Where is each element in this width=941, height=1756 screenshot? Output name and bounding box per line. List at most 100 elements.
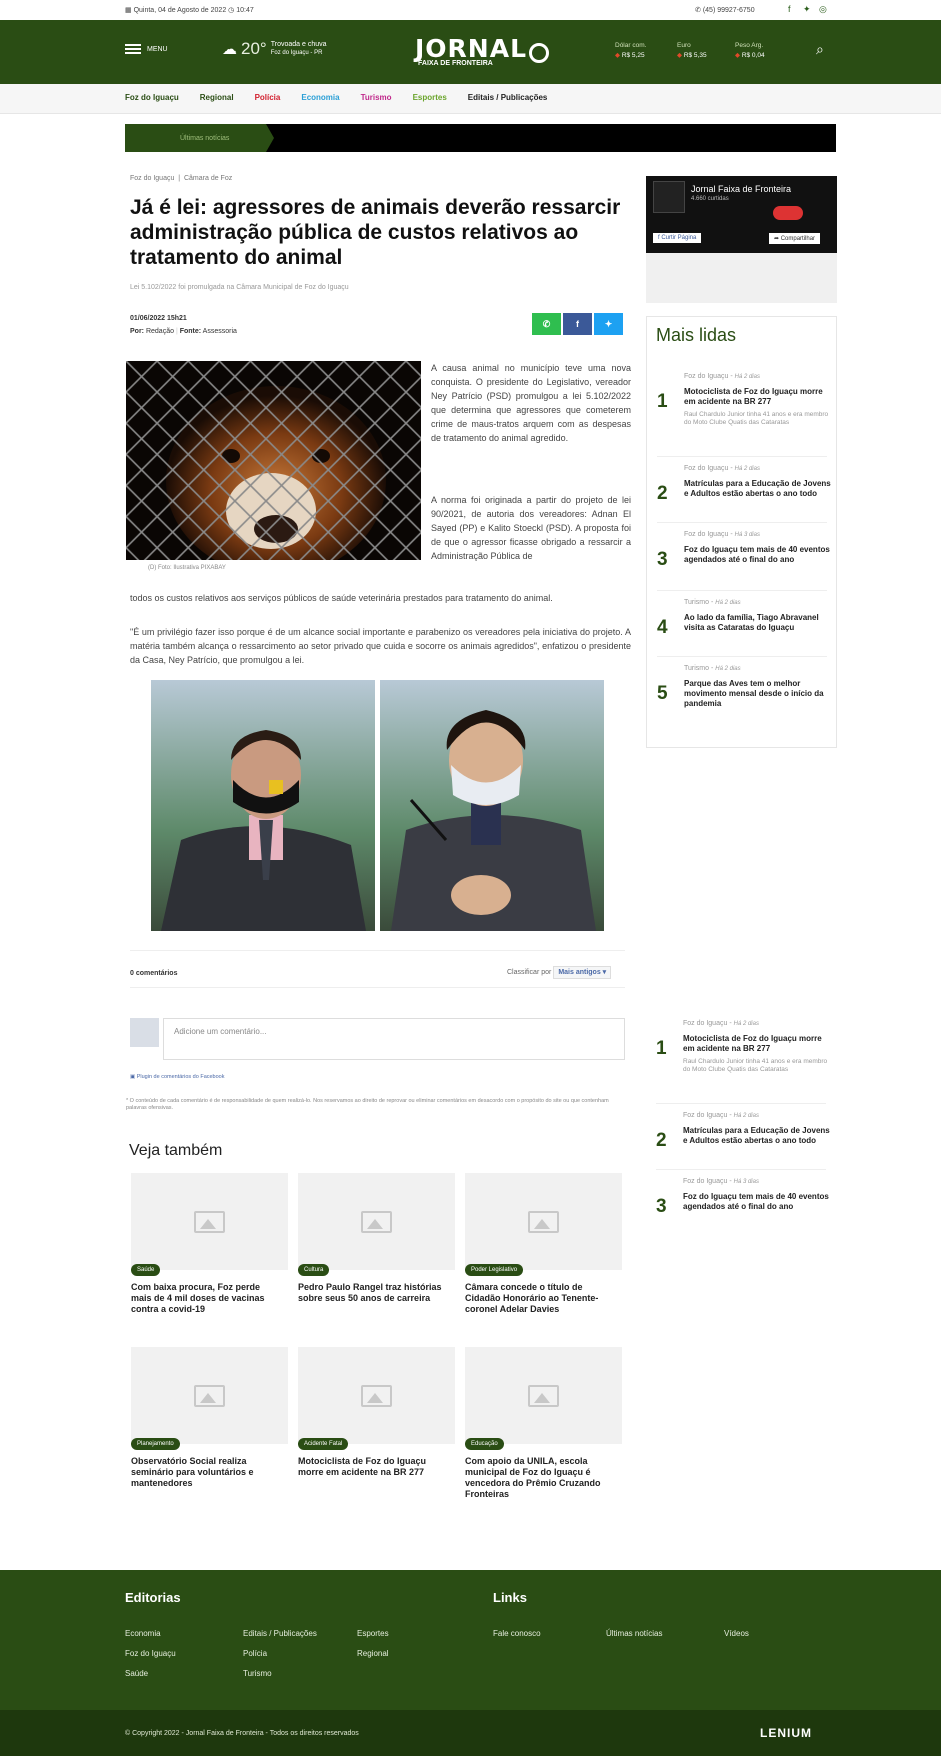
share-page-label: Compartilhar [780,236,816,242]
currency-value: R$ 0,04 [735,51,765,61]
breadcrumb-item[interactable]: Câmara de Foz [184,175,232,182]
menu-button[interactable]: MENU [125,44,168,54]
whatsapp-icon: ✆ [695,7,701,14]
nav-item[interactable]: Regional [200,93,234,102]
card-title[interactable]: Com apoio da UNILA, escola municipal de … [465,1456,615,1500]
time-ago: Há 2 dias [715,600,741,606]
card-tag[interactable]: Cultura [298,1264,330,1276]
search-icon[interactable]: ⌕ [816,41,824,58]
whatsapp-icon: ✆ [542,319,551,329]
sort-control: Classificar por Mais antigos ▾ [507,966,612,979]
time-ago: Há 2 dias [733,1113,759,1119]
item-headline[interactable]: Foz do Iguaçu tem mais de 40 eventos age… [683,1192,831,1212]
phone-display[interactable]: ✆ (45) 99927-6750 [695,6,755,14]
facebook-page-box: Jornal Faixa de Fronteira 4.660 curtidas… [646,176,837,303]
facebook-share-button[interactable]: f [563,313,592,335]
footer-editoria-link[interactable]: Polícia [243,1649,267,1658]
item-headline[interactable]: Parque das Aves tem o melhor movimento m… [684,679,832,709]
site-header: MENU ☁ 20° Trovoada e chuva Foz do Iguaç… [0,20,941,84]
card-tag[interactable]: Planejamento [131,1438,180,1450]
sort-select[interactable]: Mais antigos ▾ [553,966,612,979]
rank-number: 2 [656,1130,667,1151]
footer-link[interactable]: Vídeos [724,1629,749,1638]
footer-editoria-link[interactable]: Foz do Iguaçu [125,1649,176,1658]
card-tag[interactable]: Educação [465,1438,504,1450]
time-ago: Há 2 dias [734,374,760,380]
nav-item[interactable]: Economia [301,93,339,102]
card-title[interactable]: Motociclista de Foz do Iguaçu morre em a… [298,1456,448,1478]
card-thumbnail[interactable]: Acidente Fatal [298,1347,455,1450]
calendar-icon: ▦ [125,7,132,14]
card-title[interactable]: Com baixa procura, Foz perde mais de 4 m… [131,1282,281,1315]
twitter-icon[interactable]: ✦ [803,4,811,15]
card-thumbnail[interactable]: Educação [465,1347,622,1450]
related-card[interactable]: Poder Legislativo Câmara concede o título… [465,1173,622,1315]
nav-list: Foz do Iguaçu Regional Polícia Economia Turi… [125,93,547,102]
item-category: Turismo - Há 2 dias [684,599,741,606]
like-page-button[interactable]: f Curtir Página [653,233,702,243]
related-card[interactable]: Cultura Pedro Paulo Rangel traz histórias… [298,1173,455,1304]
breadcrumb-item[interactable]: Foz do Iguaçu [130,175,174,182]
footer-editoria-link[interactable]: Economia [125,1629,161,1638]
footer-link[interactable]: Últimas notícias [606,1629,662,1638]
facebook-page-name[interactable]: Jornal Faixa de Fronteira [691,184,791,194]
article-meta: 01/06/2022 15h21 Por: Redação | Fonte: A… [130,312,237,338]
image-placeholder-icon [361,1385,392,1407]
item-excerpt: Raul Chardulo Junior tinha 41 anos e era… [684,411,829,426]
facebook-plugin-link[interactable]: ▣ Plugin de comentários do Facebook [130,1074,224,1080]
ticker-label[interactable]: Últimas notícias [125,124,274,152]
footer-link[interactable]: Fale conosco [493,1629,541,1638]
item-headline[interactable]: Ao lado da família, Tiago Abravanel visi… [684,613,832,633]
card-title[interactable]: Câmara concede o título de Cidadão Honor… [465,1282,615,1315]
rank-number: 2 [657,483,668,504]
nav-item[interactable]: Editais / Publicações [468,93,548,102]
footer-editoria-link[interactable]: Regional [357,1649,389,1658]
article-subtitle: Lei 5.102/2022 foi promulgada na Câmara … [130,284,349,291]
nav-item[interactable]: Foz do Iguaçu [125,93,179,102]
item-headline[interactable]: Matrículas para a Educação de Jovens e A… [683,1126,831,1146]
category-label: Foz do Iguaçu [684,465,729,472]
related-card[interactable]: Educação Com apoio da UNILA, escola munic… [465,1347,622,1500]
source-label: Fonte: [179,328,202,335]
card-thumbnail[interactable]: Poder Legislativo [465,1173,622,1276]
card-tag[interactable]: Poder Legislativo [465,1264,524,1276]
twitter-share-button[interactable]: ✦ [594,313,623,335]
currency-value: R$ 5,35 [677,51,707,61]
instagram-icon[interactable]: ◎ [819,4,827,15]
divider [657,656,827,657]
item-headline[interactable]: Foz do Iguaçu tem mais de 40 eventos age… [684,545,832,565]
card-title[interactable]: Pedro Paulo Rangel traz histórias sobre … [298,1282,448,1304]
image-placeholder-icon [528,1385,559,1407]
footer-editoria-link[interactable]: Turismo [243,1669,272,1678]
card-thumbnail[interactable]: Cultura [298,1173,455,1276]
item-headline[interactable]: Matrículas para a Educação de Jovens e A… [684,479,832,499]
nav-item[interactable]: Polícia [255,93,281,102]
article-photo-councilmen [151,680,604,931]
whatsapp-share-button[interactable]: ✆ [532,313,561,335]
facebook-icon[interactable]: f [788,4,791,14]
card-thumbnail[interactable]: Saúde [131,1173,288,1276]
related-card[interactable]: Saúde Com baixa procura, Foz perde mais d… [131,1173,288,1315]
nav-item[interactable]: Esportes [413,93,447,102]
footer-editoria-link[interactable]: Saúde [125,1669,148,1678]
share-page-button[interactable]: ➦ Compartilhar [769,233,821,244]
clock-icon: ◷ [228,7,235,14]
card-tag[interactable]: Acidente Fatal [298,1438,349,1450]
footer-editoria-link[interactable]: Editais / Publicações [243,1629,317,1638]
item-headline[interactable]: Motociclista de Foz do Iguaçu morre em a… [684,387,832,407]
card-tag[interactable]: Saúde [131,1264,161,1276]
footer-editoria-link[interactable]: Esportes [357,1629,389,1638]
card-title[interactable]: Observatório Social realiza seminário pa… [131,1456,281,1489]
comment-input[interactable]: Adicione um comentário... [163,1018,625,1060]
related-card[interactable]: Acidente Fatal Motociclista de Foz do Igu… [298,1347,455,1478]
hamburger-icon [125,44,141,54]
developer-logo[interactable]: LENIUM [760,1726,812,1740]
item-headline[interactable]: Motociclista de Foz do Iguaçu morre em a… [683,1034,831,1054]
footer-links-title: Links [493,1590,527,1605]
related-card[interactable]: Planejamento Observatório Social realiza … [131,1347,288,1489]
currency-name: Peso Arg. [735,42,764,49]
divider [657,590,827,591]
site-logo[interactable]: JORNAL FAIXA DE FRONTEIRA [415,34,550,67]
nav-item[interactable]: Turismo [361,93,392,102]
card-thumbnail[interactable]: Planejamento [131,1347,288,1450]
